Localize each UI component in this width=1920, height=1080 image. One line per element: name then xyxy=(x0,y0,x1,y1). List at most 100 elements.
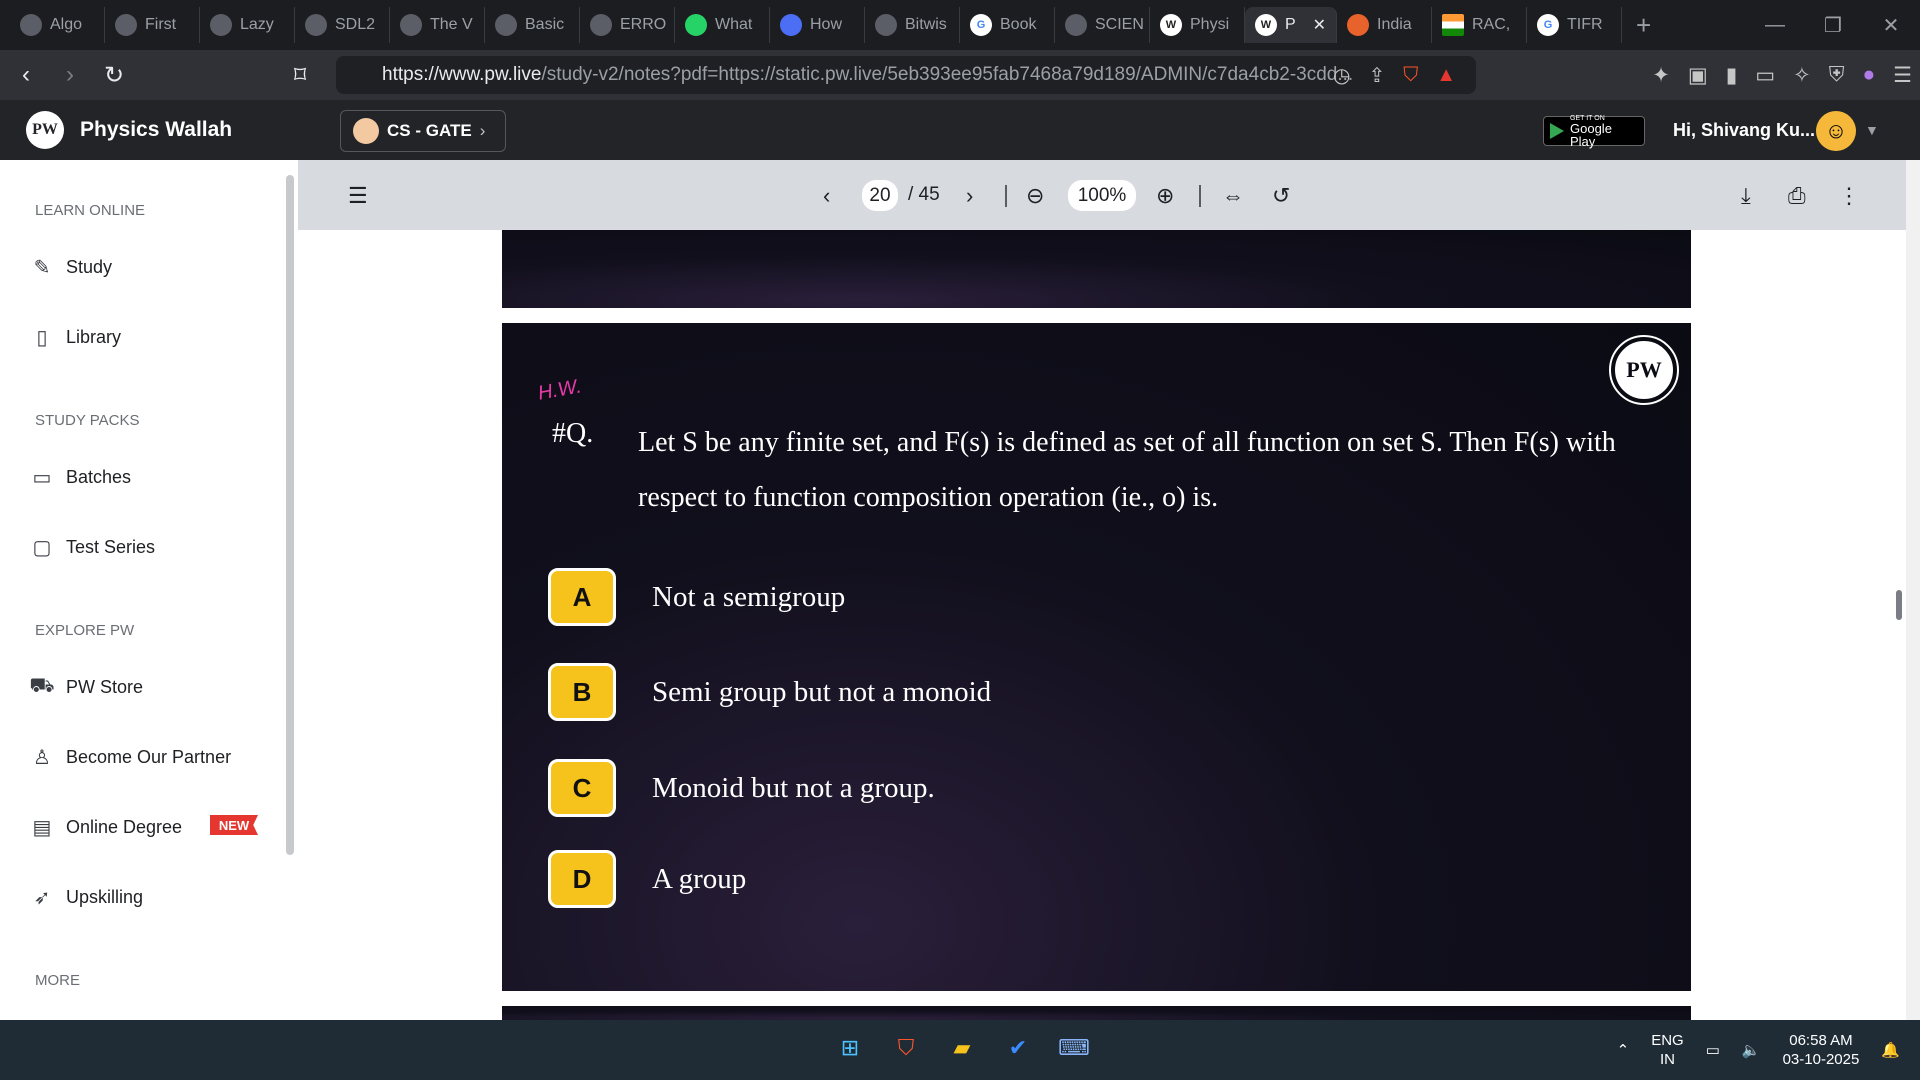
sidebar-item-partner[interactable]: ♙ Become Our Partner xyxy=(30,745,231,769)
sidebar-item-library[interactable]: ▯ Library xyxy=(30,325,121,349)
more-options-icon[interactable]: ⋮ xyxy=(1838,183,1860,209)
menu-icon[interactable]: ☰ xyxy=(1893,63,1912,88)
question-text: Let S be any finite set, and F(s) is def… xyxy=(638,427,1616,513)
tab[interactable]: How xyxy=(770,7,865,43)
tab[interactable]: Lazy xyxy=(200,7,295,43)
brave-browser-icon[interactable]: ⛉ xyxy=(888,1030,924,1066)
sidebar-item-upskilling[interactable]: ➶ Upskilling xyxy=(30,885,143,909)
tab-favicon-icon xyxy=(115,14,137,36)
pw-watermark-logo: PW xyxy=(1609,335,1679,405)
zoom-in-icon[interactable]: ⊕ xyxy=(1156,183,1174,209)
tab-label: ERRO xyxy=(620,16,667,33)
tab[interactable]: Algo xyxy=(10,7,105,43)
address-bar[interactable]: https://www.pw.live/study-v2/notes?pdf=h… xyxy=(336,56,1476,94)
course-selector[interactable]: CS - GATE › xyxy=(340,110,506,152)
tab[interactable]: RAC, xyxy=(1432,7,1527,43)
reader-icon[interactable]: ▣ xyxy=(1688,63,1708,88)
todo-icon[interactable]: ✔ xyxy=(1000,1030,1036,1066)
notification-bell-icon[interactable]: 🔔 xyxy=(1881,1041,1900,1059)
tab[interactable]: What xyxy=(675,7,770,43)
file-explorer-icon[interactable]: ▰ xyxy=(944,1030,980,1066)
sidebar-item-test-series[interactable]: ▢ Test Series xyxy=(30,535,156,559)
sidebar-item-batches[interactable]: ▭ Batches xyxy=(30,465,132,489)
site-header: PW Physics Wallah CS - GATE › GET IT ON G… xyxy=(0,100,1920,160)
close-tab-icon[interactable]: ✕ xyxy=(1313,15,1326,35)
pw-favicon-icon: W xyxy=(1160,14,1182,36)
gplay-big-text: Google Play xyxy=(1570,120,1612,149)
tab[interactable]: W Physi xyxy=(1150,7,1245,43)
tab[interactable]: SCIEN xyxy=(1055,7,1150,43)
sidebar-item-study[interactable]: ✎ Study xyxy=(30,255,112,279)
sidebar-scrollbar[interactable] xyxy=(286,175,294,855)
profile-icon[interactable]: ● xyxy=(1862,63,1875,87)
sidebar-item-label: Become Our Partner xyxy=(66,746,232,767)
option-b: B Semi group but not a monoid xyxy=(548,663,991,721)
sidebar-item-pw-store[interactable]: ⛟ PW Store xyxy=(29,675,143,699)
sidebar-section-title: STUDY PACKS xyxy=(35,412,140,429)
chevron-down-icon[interactable]: ▼ xyxy=(1865,122,1879,138)
vpn-icon[interactable]: ⛨ xyxy=(1829,63,1845,87)
minimize-icon[interactable]: — xyxy=(1746,14,1804,37)
keyboard-icon[interactable]: ⌨ xyxy=(1056,1030,1092,1066)
menu-icon[interactable]: ☰ xyxy=(348,183,368,209)
forward-icon[interactable]: › xyxy=(52,61,88,89)
reload-icon[interactable]: ↻ xyxy=(96,61,132,90)
zoom-out-icon[interactable]: ⊖ xyxy=(1026,183,1044,209)
share-icon[interactable]: ⇪ xyxy=(1368,63,1385,88)
network-icon[interactable]: ▭ xyxy=(1706,1041,1720,1059)
volume-icon[interactable]: 🔈 xyxy=(1742,1041,1761,1059)
tab[interactable]: Basic xyxy=(485,7,580,43)
leo-ai-icon[interactable]: ✧ xyxy=(1793,63,1811,88)
avatar[interactable]: ☺ xyxy=(1816,111,1856,151)
tab[interactable]: The V xyxy=(390,7,485,43)
tab-label: Bitwis xyxy=(905,16,947,33)
tab[interactable]: SDL2 xyxy=(295,7,390,43)
chevron-up-icon[interactable]: ⌃ xyxy=(1617,1041,1630,1059)
prev-page-icon[interactable]: ‹ xyxy=(823,183,830,209)
print-icon[interactable]: ⎙ xyxy=(1788,183,1806,209)
close-window-icon[interactable]: ✕ xyxy=(1862,13,1920,38)
page-total: / 45 xyxy=(908,184,940,205)
clock[interactable]: 06:58 AM 03-10-2025 xyxy=(1783,1031,1860,1069)
bookmark-icon[interactable]: ⌑ xyxy=(282,61,318,90)
rocket-icon: ➶ xyxy=(33,886,51,909)
next-page-icon[interactable]: › xyxy=(966,183,973,209)
brave-shields-icon[interactable]: ⛉ xyxy=(1403,64,1418,87)
whatsapp-icon xyxy=(685,14,707,36)
pdf-scroll-thumb[interactable] xyxy=(1896,590,1902,620)
tab-favicon-icon xyxy=(495,14,517,36)
brand-name[interactable]: Physics Wallah xyxy=(80,118,232,142)
history-icon[interactable]: ◷ xyxy=(1333,63,1350,88)
fit-width-icon[interactable]: ⇔ xyxy=(1222,183,1244,209)
extensions-icon[interactable]: ✦ xyxy=(1652,63,1670,88)
option-letter: B xyxy=(548,663,616,721)
tab[interactable]: India xyxy=(1337,7,1432,43)
tab-active[interactable]: W P ✕ xyxy=(1245,7,1337,43)
sidebar-toggle-icon[interactable]: ▮ xyxy=(1726,63,1738,88)
brave-rewards-icon[interactable]: ▲ xyxy=(1436,64,1456,87)
tab-label: RAC, xyxy=(1472,16,1511,33)
page-number-input[interactable]: 20 xyxy=(862,180,898,211)
wallet-icon[interactable]: ▭ xyxy=(1755,63,1775,88)
tab[interactable]: ERRO xyxy=(580,7,675,43)
pw-logo-icon[interactable]: PW xyxy=(26,111,64,149)
google-play-button[interactable]: GET IT ON Google Play xyxy=(1543,115,1645,149)
restore-icon[interactable]: ❐ xyxy=(1804,13,1862,38)
tab-favicon-icon xyxy=(20,14,42,36)
tab[interactable]: First xyxy=(105,7,200,43)
zoom-level[interactable]: 100% xyxy=(1068,180,1136,211)
user-greeting[interactable]: Hi, Shivang Ku... xyxy=(1673,120,1815,141)
back-icon[interactable]: ‹ xyxy=(8,61,44,89)
tab[interactable]: G TIFR xyxy=(1527,7,1622,43)
tab[interactable]: Bitwis xyxy=(865,7,960,43)
language-indicator[interactable]: ENG IN xyxy=(1651,1031,1684,1069)
download-icon[interactable]: ⤓ xyxy=(1741,183,1751,209)
sidebar-item-online-degree[interactable]: ▤ Online Degree xyxy=(30,815,183,839)
new-tab-button[interactable]: + xyxy=(1636,10,1651,41)
windows-start-icon[interactable]: ⊞ xyxy=(832,1030,868,1066)
rotate-icon[interactable]: ↺ xyxy=(1272,183,1290,209)
option-d: D A group xyxy=(548,850,746,908)
page-scrollbar[interactable] xyxy=(1906,160,1920,1020)
tab[interactable]: G Book xyxy=(960,7,1055,43)
sidebar-section-title: LEARN ONLINE xyxy=(35,202,146,219)
